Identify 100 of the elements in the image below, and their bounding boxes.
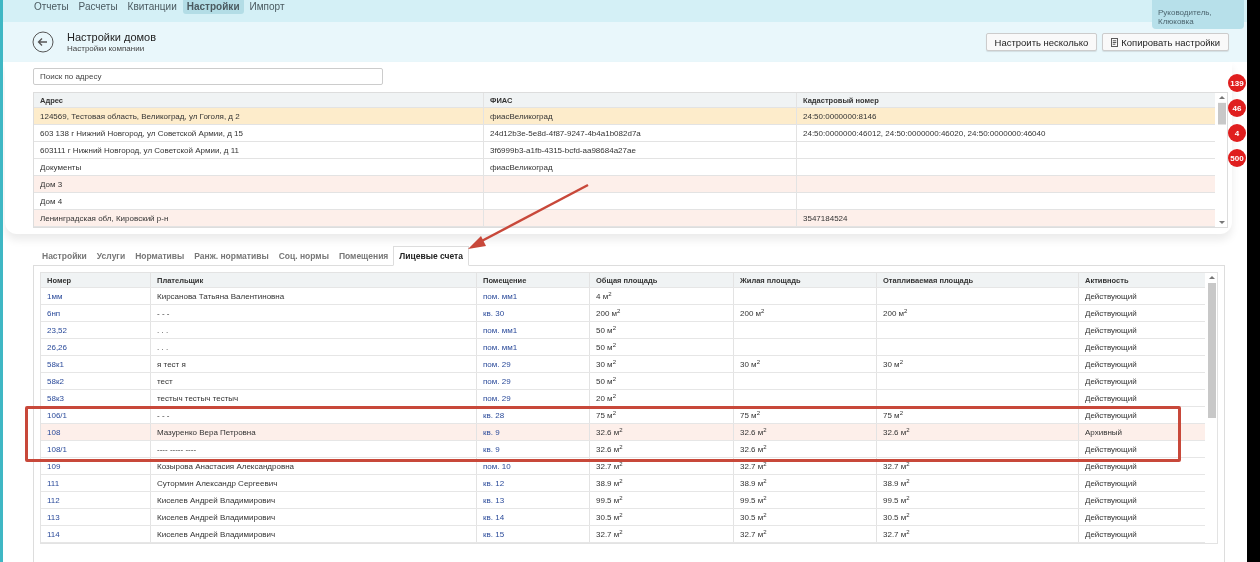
account-link[interactable]: 58к1 (47, 359, 64, 369)
table-row[interactable]: 6нп - - - кв. 30 200 м$^{2}$ 200 м$^{2}$ 200 м$^{2}$ Действующий (41, 305, 1205, 322)
room-link[interactable]: кв. 14 (483, 512, 505, 522)
room-link[interactable]: пом. мм1 (483, 342, 518, 352)
room-link[interactable]: кв. 9 (483, 427, 500, 437)
table-cell: 32.6 м$^{2}$ (740, 444, 767, 454)
table-cell: 4 м$^{2}$ (596, 291, 612, 301)
table-cell: Документы (40, 162, 82, 172)
table-cell: 32.7 м$^{2}$ (883, 529, 910, 539)
nav-tab[interactable]: Квитанции (123, 0, 181, 14)
table-row[interactable]: 108/1 ---- ----- ---- кв. 9 32.6 м$^{2}$ 32.6 м$^{2}$ Действующий (41, 441, 1205, 458)
table-row[interactable]: 23,52 . . . пом. мм1 50 м$^{2}$ Действующий (41, 322, 1205, 339)
table-row[interactable]: 109 Козырова Анастасия Александровна пом. 10 32.7 м$^{2}$ 32.7 м$^{2}$ 32.7 м$^{2}$ Действующий (41, 458, 1205, 475)
nav-tab[interactable]: Отчеты (30, 0, 73, 14)
table-row[interactable]: 111 Сутормин Александр Сергеевич кв. 12 38.9 м$^{2}$ 38.9 м$^{2}$ 38.9 м$^{2}$ Действующий (41, 475, 1205, 492)
room-link[interactable]: пом. 29 (483, 359, 511, 369)
tab[interactable]: Лицевые счета (393, 246, 469, 266)
tab[interactable]: Настройки (37, 247, 92, 265)
account-link[interactable]: 114 (47, 529, 60, 539)
account-link[interactable]: 108/1 (47, 444, 68, 454)
account-link[interactable]: 109 (47, 461, 61, 471)
nav-tab[interactable]: Импорт (245, 0, 289, 14)
room-link[interactable]: кв. 12 (483, 478, 505, 488)
room-link[interactable]: пом. 29 (483, 393, 511, 403)
table-cell: 32.7 м$^{2}$ (740, 461, 767, 471)
search-field[interactable]: Поиск по адресу (33, 68, 383, 85)
account-link[interactable]: 108 (47, 427, 61, 437)
nav-tab[interactable]: Расчеты (74, 0, 122, 14)
room-link[interactable]: пом. мм1 (483, 291, 518, 301)
account-link[interactable]: 23,52 (47, 325, 68, 335)
table-cell: Сутормин Александр Сергеевич (157, 478, 278, 488)
table-row[interactable]: 1мм Кирсанова Татьяна Валентиновна пом. мм1 4 м$^{2}$ Действующий (41, 288, 1205, 305)
table-cell: 38.9 м$^{2}$ (883, 478, 910, 488)
table-cell: Дом 4 (40, 196, 63, 206)
account-link[interactable]: 1мм (47, 291, 63, 301)
table-cell: тестыч тестыч тестыч (157, 393, 239, 403)
table-cell: Архивный (1085, 427, 1123, 437)
room-link[interactable]: кв. 13 (483, 495, 505, 505)
account-link[interactable]: 113 (47, 512, 60, 522)
table-cell: 32.7 м$^{2}$ (596, 461, 623, 471)
account-link[interactable]: 58к2 (47, 376, 64, 386)
table-cell: 99.5 м$^{2}$ (740, 495, 767, 505)
table-cell: 30 м$^{2}$ (883, 359, 903, 369)
account-link[interactable]: 58к3 (47, 393, 64, 403)
table-cell: фиасВеликоград (490, 162, 553, 172)
table-cell: 32.6 м$^{2}$ (883, 427, 910, 437)
table-cell: 200 м$^{2}$ (740, 308, 765, 318)
tab[interactable]: Нормативы (130, 247, 190, 265)
room-link[interactable]: кв. 30 (483, 308, 505, 318)
header-button[interactable]: Настроить несколько (985, 33, 1098, 51)
table-row[interactable]: 112 Киселев Андрей Владимирович кв. 13 99.5 м$^{2}$ 99.5 м$^{2}$ 99.5 м$^{2}$ Действующий (41, 492, 1205, 509)
table-row[interactable]: 113 Киселев Андрей Владимирович кв. 14 30.5 м$^{2}$ 30.5 м$^{2}$ 30.5 м$^{2}$ Действующий (41, 509, 1205, 526)
table-cell: Действующий (1085, 342, 1137, 352)
tab[interactable]: Ранж. нормативы (189, 247, 274, 265)
table-cell: 3547184524 (803, 213, 848, 223)
table-row[interactable]: 603 138 г Нижний Новгород, ул Советской Армии, д 15 24d12b3e-5e8d-4f87-9247-4b4a1b082d7a 24:50:0000000:46012, 24:50:0000000:46020, 24:50:0000000:46040 (34, 125, 1215, 142)
table-cell: Действующий (1085, 308, 1137, 318)
room-link[interactable]: кв. 9 (483, 444, 500, 454)
table-row[interactable]: 58к1 я тест я пом. 29 30 м$^{2}$ 30 м$^{2}$ 30 м$^{2}$ Действующий (41, 356, 1205, 373)
table-row[interactable]: 603111 г Нижний Новгород, ул Советской Армии, д 11 3f6999b3-a1fb-4315-bcfd-aa98684a27ae (34, 142, 1215, 159)
table-cell: 32.6 м$^{2}$ (596, 427, 623, 437)
table-cell: 75 м$^{2}$ (740, 410, 760, 420)
account-link[interactable]: 26,26 (47, 342, 68, 352)
user-panel[interactable]: Руководитель, Клюковка (1152, 0, 1244, 29)
tab[interactable]: Соц. нормы (273, 247, 334, 265)
room-link[interactable]: пом. 29 (483, 376, 511, 386)
table-cell: . . . (157, 342, 169, 352)
room-link[interactable]: кв. 15 (483, 529, 505, 539)
room-link[interactable]: пом. 10 (483, 461, 511, 471)
table-cell: 200 м$^{2}$ (596, 308, 621, 318)
table-cell: 38.9 м$^{2}$ (740, 478, 767, 488)
table-row[interactable]: 114 Киселев Андрей Владимирович кв. 15 32.7 м$^{2}$ 32.7 м$^{2}$ 32.7 м$^{2}$ Действующий (41, 526, 1205, 543)
nav-tab[interactable]: Настройки (182, 0, 244, 14)
table-cell: Кирсанова Татьяна Валентиновна (157, 291, 285, 301)
table-cell: фиасВеликоград (490, 111, 553, 121)
table-row[interactable]: 26,26 . . . пом. мм1 50 м$^{2}$ Действующий (41, 339, 1205, 356)
tab[interactable]: Помещения (333, 247, 394, 265)
tab[interactable]: Услуги (91, 247, 131, 265)
scrollbar-drawing[interactable] (1217, 93, 1227, 227)
table-cell: - - - (157, 410, 170, 420)
table-row[interactable]: 108 Мазуренко Вера Петровна кв. 9 32.6 м$^{2}$ 32.6 м$^{2}$ 32.6 м$^{2}$ Архивный (41, 424, 1205, 441)
table-cell: 30.5 м$^{2}$ (883, 512, 910, 522)
account-link[interactable]: 106/1 (47, 410, 68, 420)
table-row[interactable]: 58к3 тестыч тестыч тестыч пом. 29 20 м$^{2}$ Действующий (41, 390, 1205, 407)
header-button[interactable]: Копировать настройки (1102, 33, 1229, 51)
table-row[interactable]: 124569, Тестовая область, Великоград, ул Гоголя, д 2 фиасВеликоград 24:50:0000000:8146 (34, 108, 1215, 125)
table-row[interactable]: Ленинградская обл, Кировский р-н 3547184524 (34, 210, 1215, 227)
table-cell: ---- ----- ---- (157, 444, 197, 454)
table-row[interactable]: 58к2 тест пом. 29 50 м$^{2}$ Действующий (41, 373, 1205, 390)
table-cell: Действующий (1085, 410, 1137, 420)
table-cell: 24:50:0000000:8146 (803, 111, 877, 121)
table-cell: 32.6 м$^{2}$ (596, 444, 623, 454)
back-icon[interactable] (32, 31, 54, 53)
account-link[interactable]: 111 (47, 478, 60, 488)
account-link[interactable]: 6нп (47, 308, 61, 318)
table-row[interactable]: Дом 3 (34, 176, 1215, 193)
account-link[interactable]: 112 (47, 495, 60, 505)
room-link[interactable]: кв. 28 (483, 410, 505, 420)
room-link[interactable]: пом. мм1 (483, 325, 518, 335)
table-cell: 30.5 м$^{2}$ (740, 512, 767, 522)
